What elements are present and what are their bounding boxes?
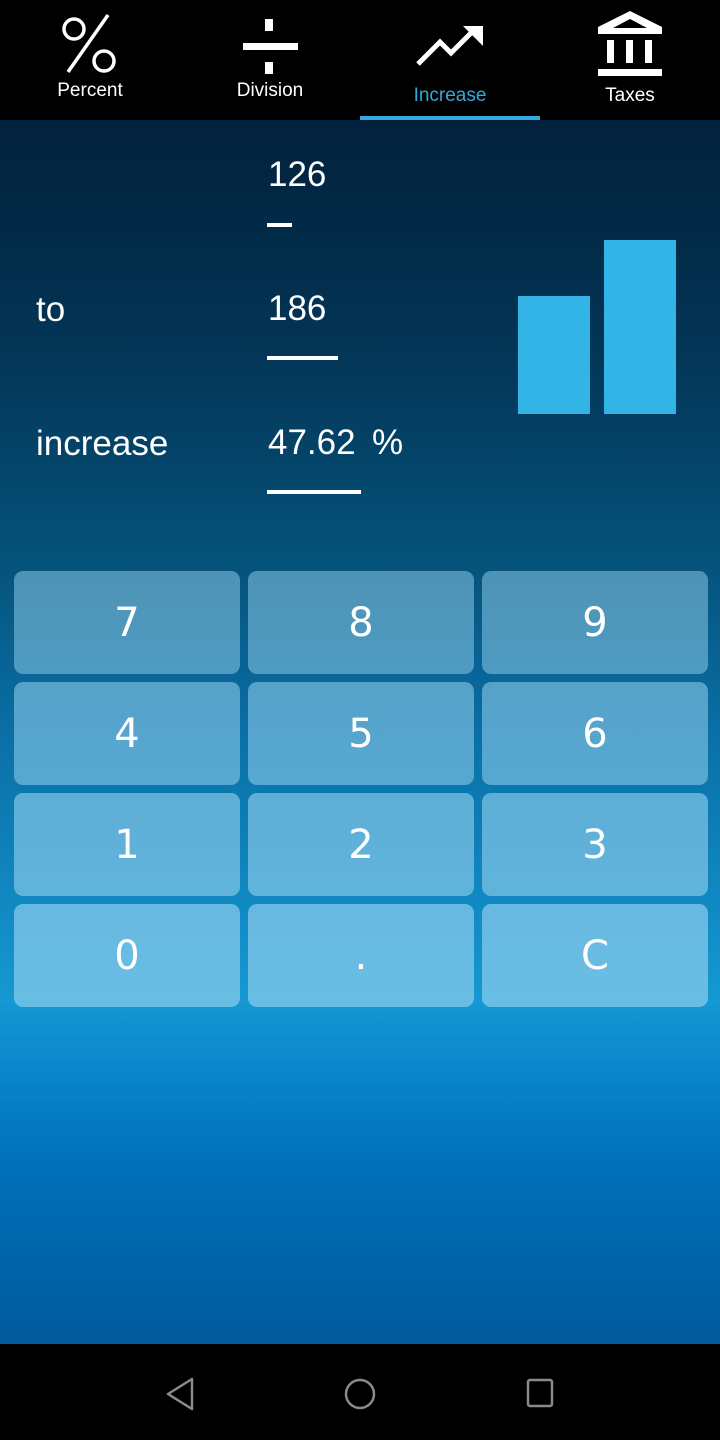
key-0-button[interactable]: 0 bbox=[14, 904, 240, 1007]
from-value-input[interactable]: 126 bbox=[268, 155, 326, 195]
increase-calculator: 126 to 186 increase 47.62 % 789 456 123 0.C bbox=[0, 120, 720, 1344]
comparison-bar-chart bbox=[500, 220, 700, 420]
tab-division[interactable]: Division bbox=[180, 0, 360, 120]
increase-value: 47.62 bbox=[268, 423, 356, 462]
back-icon[interactable] bbox=[160, 1374, 200, 1414]
tab-percent[interactable]: Percent bbox=[0, 0, 180, 120]
tab-label: Division bbox=[236, 80, 304, 101]
percent-sign: % bbox=[372, 423, 404, 462]
key-9-button[interactable]: 9 bbox=[482, 571, 708, 674]
tab-label: Increase bbox=[413, 85, 487, 106]
key-3-button[interactable]: 3 bbox=[482, 793, 708, 896]
bar-from bbox=[518, 296, 590, 414]
from-value-underline bbox=[267, 223, 292, 227]
key-5-button[interactable]: 5 bbox=[248, 682, 474, 785]
key-8-button[interactable]: 8 bbox=[248, 571, 474, 674]
trending-up-icon bbox=[416, 26, 483, 66]
increase-value-underline bbox=[267, 490, 361, 494]
division-icon bbox=[243, 19, 298, 74]
tab-label: Taxes bbox=[605, 85, 655, 106]
key-clear-button[interactable]: C bbox=[482, 904, 708, 1007]
recents-icon[interactable] bbox=[520, 1374, 560, 1414]
key-1-button[interactable]: 1 bbox=[14, 793, 240, 896]
to-value-underline bbox=[267, 356, 338, 360]
tab-taxes[interactable]: Taxes bbox=[540, 0, 720, 120]
key-decimal-button[interactable]: . bbox=[248, 904, 474, 1007]
tab-label: Percent bbox=[57, 80, 123, 101]
tab-bar: Percent Division Increase Taxes bbox=[0, 0, 720, 120]
tab-increase[interactable]: Increase bbox=[360, 0, 540, 120]
to-value-input[interactable]: 186 bbox=[268, 289, 326, 329]
to-label: to bbox=[36, 290, 66, 329]
system-navigation-bar bbox=[0, 1344, 720, 1440]
key-7-button[interactable]: 7 bbox=[14, 571, 240, 674]
bank-icon bbox=[598, 11, 662, 76]
key-2-button[interactable]: 2 bbox=[248, 793, 474, 896]
key-4-button[interactable]: 4 bbox=[14, 682, 240, 785]
bar-to bbox=[604, 240, 676, 414]
home-icon[interactable] bbox=[340, 1374, 380, 1414]
key-6-button[interactable]: 6 bbox=[482, 682, 708, 785]
increase-label: increase bbox=[36, 424, 169, 463]
percent-icon bbox=[62, 13, 116, 74]
